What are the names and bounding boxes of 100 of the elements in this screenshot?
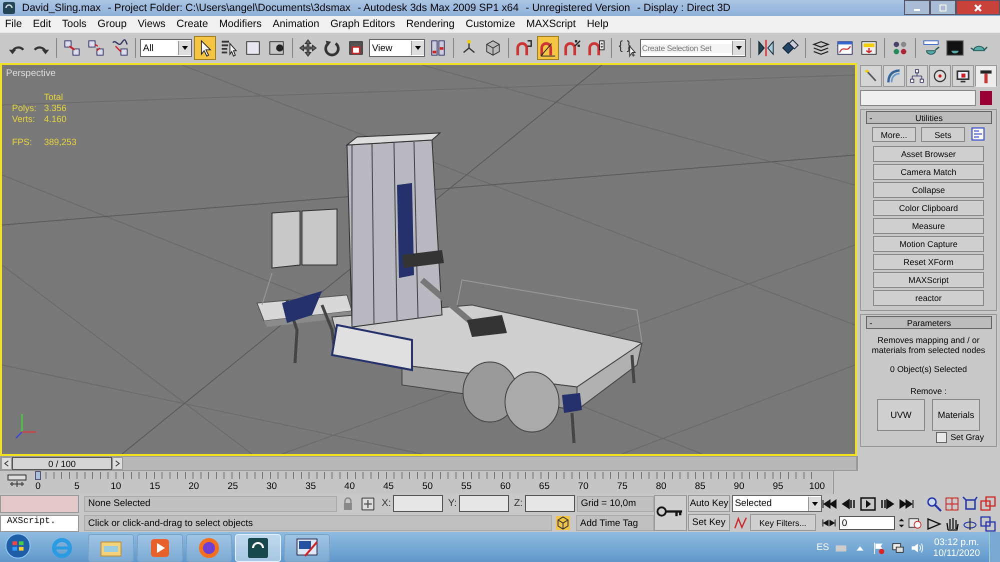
close-button[interactable]	[956, 0, 1000, 15]
window-title: - Unregistered Version	[526, 2, 630, 14]
minimize-button[interactable]	[904, 0, 930, 15]
selection-filter-dropdown[interactable]: All	[140, 39, 192, 57]
utility-button[interactable]: MAXScript	[873, 272, 984, 288]
maximize-viewport-icon[interactable]	[980, 516, 996, 532]
tangent-curve-icon[interactable]	[734, 516, 748, 530]
time-slider-thumb[interactable]: 0 / 100	[12, 457, 112, 470]
time-slider-track[interactable]: 0 / 100	[0, 456, 857, 471]
key-mode-toggle-icon[interactable]	[822, 517, 836, 529]
menu-item[interactable]: Rendering	[406, 18, 455, 30]
hierarchy-icon[interactable]	[906, 65, 928, 87]
add-time-tag-button[interactable]: Add Time Tag	[576, 515, 654, 532]
close-icon[interactable]	[973, 2, 983, 12]
listener-output-field[interactable]	[0, 495, 80, 513]
object-color-swatch[interactable]	[980, 91, 992, 105]
network-icon[interactable]	[891, 540, 906, 554]
utility-button[interactable]: Reset XForm	[873, 254, 984, 270]
max-logo-icon[interactable]	[235, 534, 281, 562]
motion-wheel-icon[interactable]	[929, 65, 951, 87]
utility-button[interactable]: Measure	[873, 218, 984, 234]
frame-tick-label: 95	[772, 481, 784, 492]
firefox-icon[interactable]	[186, 534, 232, 562]
pan-hand-icon[interactable]	[944, 516, 960, 532]
x-coordinate-field[interactable]	[393, 495, 444, 512]
monitor-icon[interactable]	[952, 65, 974, 87]
frame-tick-label: 10	[110, 481, 122, 492]
curve-icon[interactable]	[883, 65, 905, 87]
menu-item[interactable]: Customize	[466, 18, 516, 30]
track-bar[interactable]: 0 5 10 15 20 25 30 35 40 45 50 55 60 65 70 75 80 85 90 95 100	[28, 471, 827, 494]
speaker-icon[interactable]	[910, 540, 924, 554]
caret-icon[interactable]	[810, 500, 819, 508]
spinner-icon[interactable]	[898, 516, 905, 530]
configure-sets-icon[interactable]	[970, 127, 985, 142]
listener-input-field[interactable]: AXScript.	[0, 515, 80, 532]
maximize-button[interactable]	[930, 0, 956, 15]
remove-button[interactable]: Materials	[932, 398, 980, 431]
field-of-view-icon[interactable]	[926, 516, 942, 532]
hammer-icon[interactable]	[975, 65, 997, 87]
key-filters-button[interactable]: Key Filters...	[750, 514, 816, 531]
menu-item[interactable]: Group	[98, 18, 127, 30]
next-key-icon[interactable]	[878, 498, 895, 510]
utility-button[interactable]: reactor	[873, 290, 984, 306]
angle-magnet-icon[interactable]	[537, 36, 559, 60]
menu-item[interactable]: Modifiers	[219, 18, 262, 30]
z-coordinate-field[interactable]	[524, 495, 575, 512]
menu-item[interactable]: Edit	[32, 18, 52, 30]
previous-frame-icon[interactable]	[1, 457, 12, 470]
set-key-button[interactable]: Set Key	[688, 514, 730, 531]
remove-option-checkbox[interactable]: Set Gray	[936, 432, 984, 443]
caret-icon[interactable]	[735, 44, 743, 52]
object-name-field[interactable]	[860, 90, 976, 106]
play-icon[interactable]	[860, 497, 876, 511]
menu-item[interactable]: Help	[586, 18, 608, 30]
next-frame-icon[interactable]	[112, 457, 123, 470]
reference-coordinate-dropdown[interactable]: View	[369, 39, 425, 57]
go-to-start-icon[interactable]	[822, 498, 838, 510]
star-cursor-icon[interactable]	[860, 65, 882, 87]
curve-editor-toggle-icon[interactable]	[6, 474, 28, 488]
current-frame-marker	[35, 471, 41, 480]
utility-button[interactable]: Asset Browser	[873, 146, 984, 162]
key-icon[interactable]	[654, 495, 687, 531]
utility-button[interactable]: Color Clipboard	[873, 200, 984, 216]
flag-icon[interactable]	[872, 540, 886, 554]
key-mode-dropdown[interactable]: Selected	[732, 495, 822, 512]
menu-item[interactable]: Graph Editors	[330, 18, 396, 30]
clock-date: 10/11/2020	[933, 548, 980, 558]
sets-button[interactable]: Sets	[921, 127, 965, 142]
y-coordinate-field[interactable]	[458, 495, 509, 512]
go-to-end-icon[interactable]	[898, 498, 914, 510]
zoom-icon[interactable]	[926, 496, 942, 512]
rollout-header[interactable]: - Parameters	[866, 316, 992, 329]
utility-button[interactable]: Motion Capture	[873, 236, 984, 252]
rollout-header[interactable]: - Utilities	[866, 111, 992, 124]
fps-value: 389,253	[44, 137, 77, 147]
previous-key-icon[interactable]	[840, 498, 857, 510]
caret-icon[interactable]	[414, 44, 422, 52]
frame-tick-label: 85	[694, 481, 706, 492]
zoom-extents-icon[interactable]	[962, 496, 978, 512]
time-configuration-icon[interactable]	[908, 517, 922, 529]
paint-icon[interactable]	[284, 534, 330, 562]
coordinate-label: X:	[382, 498, 392, 510]
orbit-icon[interactable]	[962, 516, 978, 532]
menu-item[interactable]: Tools	[62, 18, 87, 30]
absolute-mode-icon[interactable]	[360, 496, 375, 511]
remove-button[interactable]: UVW	[877, 398, 925, 431]
menu-item[interactable]: Animation	[272, 18, 320, 30]
menu-item[interactable]: File	[5, 18, 22, 30]
named-selection-field[interactable]: Create Selection Set	[640, 39, 746, 57]
media-player-icon[interactable]	[137, 534, 183, 562]
current-frame-field[interactable]: 0	[838, 516, 895, 530]
utility-button[interactable]: Collapse	[873, 182, 984, 198]
caret-icon[interactable]	[181, 44, 189, 52]
menu-item[interactable]: Create	[176, 18, 208, 30]
auto-key-button[interactable]: Auto Key	[688, 495, 730, 512]
more-button[interactable]: More...	[872, 127, 916, 142]
menu-item[interactable]: MAXScript	[526, 18, 576, 30]
menu-item[interactable]: Views	[138, 18, 166, 30]
utility-button[interactable]: Camera Match	[873, 164, 984, 180]
cube-icon[interactable]	[556, 516, 570, 530]
